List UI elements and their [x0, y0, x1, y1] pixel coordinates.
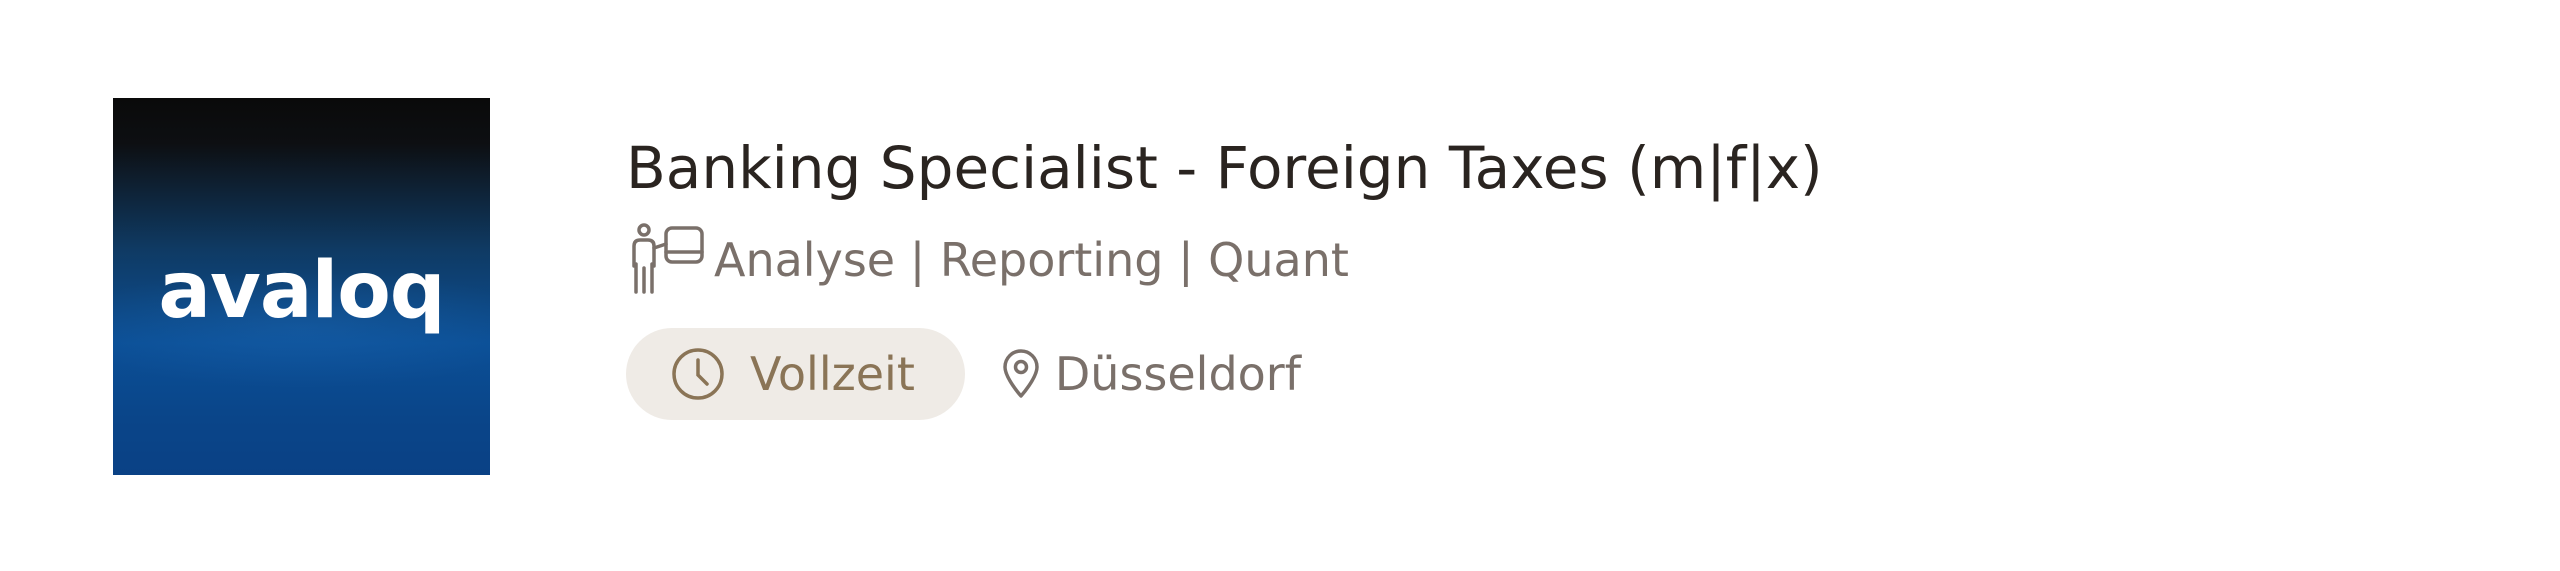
company-logo: avaloq — [113, 98, 490, 475]
company-logo-text: avaloq — [158, 245, 445, 336]
employment-type-label: Vollzeit — [750, 347, 915, 401]
clock-icon — [670, 346, 726, 402]
job-meta: Vollzeit Düsseldorf — [626, 328, 1823, 420]
job-category-label: Analyse | Reporting | Quant — [714, 233, 1349, 287]
job-location: Düsseldorf — [1001, 347, 1301, 401]
job-details: Banking Specialist - Foreign Taxes (m|f|… — [626, 128, 1823, 420]
job-category: Analyse | Reporting | Quant — [626, 222, 1823, 298]
presenter-board-icon — [626, 222, 706, 298]
job-card[interactable]: avaloq Banking Specialist - Foreign Taxe… — [0, 0, 2560, 571]
job-title[interactable]: Banking Specialist - Foreign Taxes (m|f|… — [626, 128, 1823, 208]
job-location-label: Düsseldorf — [1054, 347, 1301, 401]
employment-type-badge: Vollzeit — [626, 328, 965, 420]
map-pin-icon — [1001, 348, 1041, 400]
